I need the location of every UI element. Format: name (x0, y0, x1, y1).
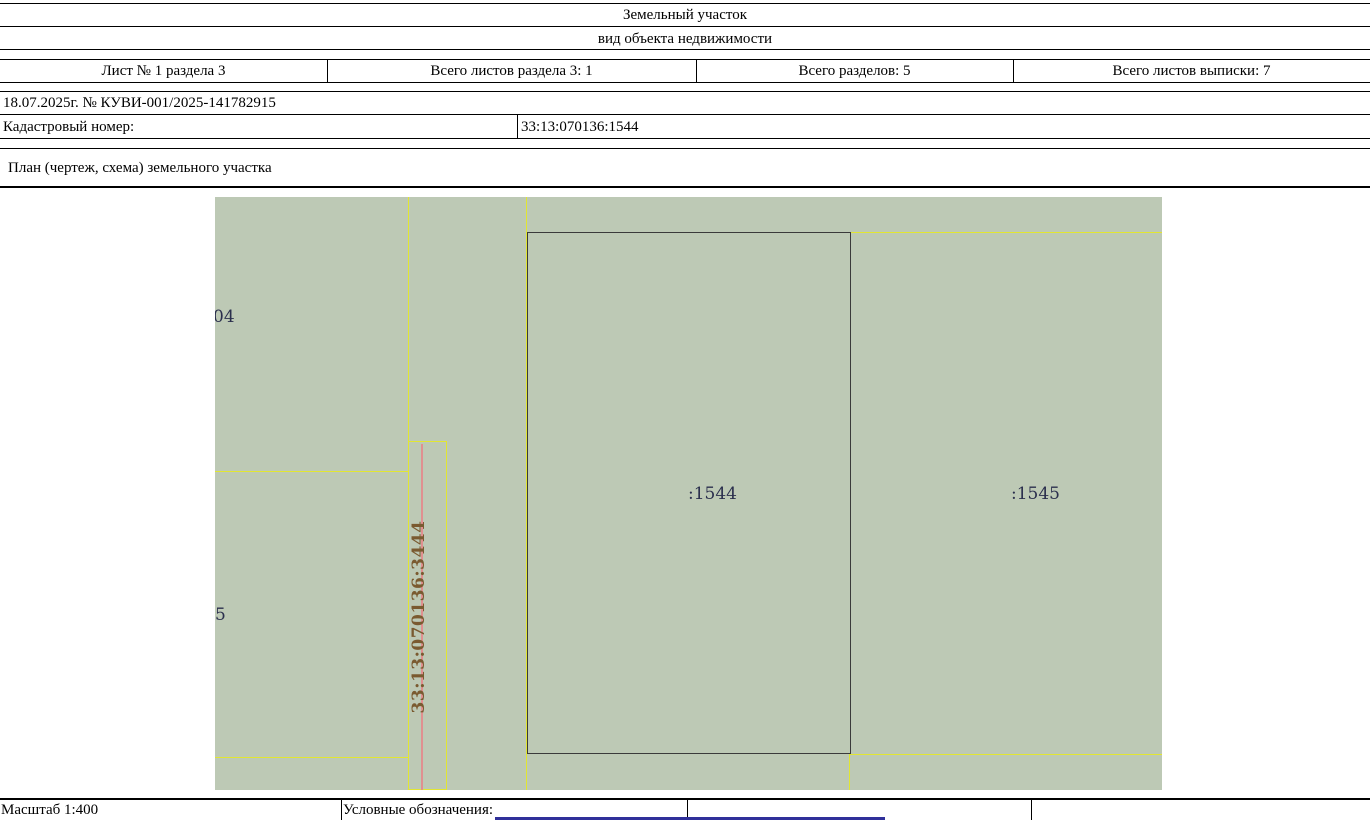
cadastral-map: 04 5 :1544 :1545 33:13:070136:3444 (215, 197, 1162, 790)
rule (0, 59, 1370, 60)
rule (0, 114, 1370, 115)
parcel-boundary (849, 754, 1162, 755)
section-sheets-total: Всего листов раздела 3: 1 (430, 63, 593, 79)
parcel-label-1544: :1544 (688, 484, 737, 504)
parcel-boundary (215, 471, 408, 472)
parcel-boundary (408, 197, 409, 441)
cadastral-number: 33:13:070136:1544 (521, 119, 639, 135)
sheet-number: Лист № 1 раздела 3 (101, 63, 226, 79)
rule (0, 148, 1370, 149)
rule (0, 49, 1370, 50)
cell-divider (517, 114, 518, 138)
cell-divider (1031, 798, 1032, 820)
statement-sheets-total: Всего листов выписки: 7 (1112, 63, 1271, 79)
rule (0, 186, 1370, 188)
cadastral-label: Кадастровый номер: (3, 119, 135, 135)
scale-label: Масштаб 1:400 (1, 802, 99, 818)
parcel-label-left-bottom: 5 (215, 605, 226, 625)
rule (0, 82, 1370, 83)
plan-title: План (чертеж, схема) земельного участка (8, 160, 272, 176)
legend-label: Условные обозначения: (343, 802, 494, 818)
rule (0, 91, 1370, 92)
rule (0, 798, 1370, 800)
sections-total: Всего разделов: 5 (798, 63, 911, 79)
rule (0, 3, 1370, 4)
parcel-label-3444: 33:13:070136:3444 (409, 520, 429, 714)
parcel-label-left-top: 04 (215, 307, 235, 327)
cell-divider (341, 798, 342, 820)
object-type: Земельный участок (622, 7, 748, 23)
statement-number: 18.07.2025г. № КУВИ-001/2025-141782915 (3, 95, 276, 111)
parcel-boundary (849, 754, 850, 790)
parcel-boundary (849, 232, 1162, 233)
parcel-label-1545: :1545 (1011, 484, 1060, 504)
rule (0, 26, 1370, 27)
rule (0, 138, 1370, 139)
parcel-boundary (215, 757, 408, 758)
object-kind-caption: вид объекта недвижимости (597, 31, 773, 47)
